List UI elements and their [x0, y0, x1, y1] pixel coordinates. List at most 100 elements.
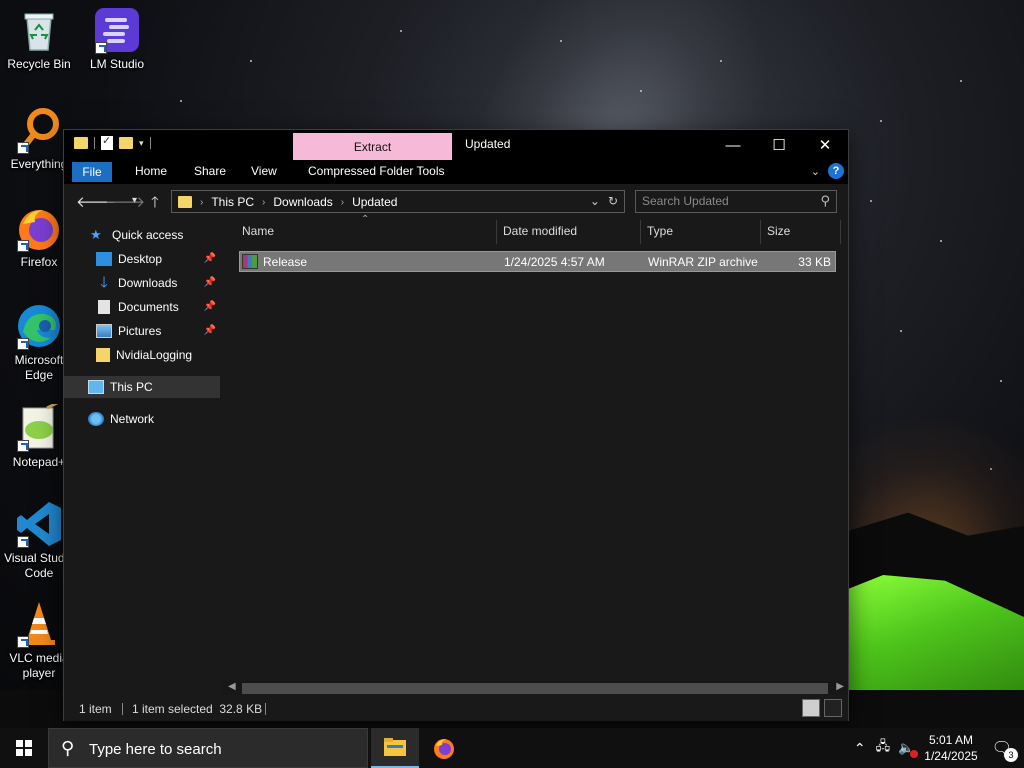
scroll-left-icon[interactable]: ◀	[228, 681, 236, 692]
search-icon[interactable]: ⚲	[820, 193, 830, 209]
details-view-button[interactable]	[802, 699, 820, 717]
expand-ribbon-chevron-icon[interactable]: ⌄	[811, 165, 820, 178]
help-icon[interactable]: ?	[828, 163, 844, 179]
nav-pictures[interactable]: Pictures 📌	[64, 320, 220, 342]
nav-quick-access[interactable]: ★ Quick access	[64, 224, 220, 246]
customize-toolbar-dropdown-icon[interactable]: ▾	[139, 138, 144, 149]
navigation-pane: ★ Quick access Desktop 📌 🡓 Downloads 📌 D…	[64, 218, 220, 693]
file-date: 1/24/2025 4:57 AM	[504, 255, 605, 269]
window-title: Updated	[465, 137, 511, 151]
network-icon	[88, 412, 104, 426]
breadcrumb-downloads[interactable]: Downloads	[273, 195, 332, 209]
nav-this-pc[interactable]: This PC	[64, 376, 220, 398]
star-icon: ★	[90, 227, 102, 242]
start-button[interactable]	[0, 728, 48, 768]
edge-icon	[15, 302, 63, 350]
new-folder-icon[interactable]	[119, 137, 133, 149]
lm-studio-icon	[93, 6, 141, 54]
file-explorer-window: ▾ Extract Updated — ☐ ✕ File Home Share …	[63, 129, 849, 721]
status-bar: 1 item 1 item selected 32.8 KB	[64, 697, 848, 721]
column-date-modified[interactable]: Date modified	[503, 224, 577, 238]
nav-downloads[interactable]: 🡓 Downloads 📌	[64, 272, 220, 294]
desktop-icon-lm-studio[interactable]: LM Studio	[78, 6, 156, 72]
system-tray: ⌃ 🖧 🔈 5:01 AM 1/24/2025 🗨 3	[854, 728, 1024, 768]
clock-date: 1/24/2025	[924, 749, 978, 763]
file-name: Release	[263, 255, 308, 269]
refresh-icon[interactable]: ↻	[608, 194, 618, 208]
clock-time: 5:01 AM	[928, 733, 973, 747]
windows-logo-icon	[16, 740, 32, 756]
notification-count: 3	[1004, 748, 1018, 762]
navigation-bar: 🡐 🡒 ▾ 🡑 › This PC › Downloads › Updated …	[64, 184, 848, 218]
taskbar-search[interactable]: ⚲ Type here to search	[48, 728, 368, 768]
maximize-button[interactable]: ☐	[756, 130, 802, 160]
notifications-icon[interactable]: 🗨 3	[992, 738, 1018, 762]
up-arrow-icon[interactable]: 🡑	[151, 192, 159, 217]
folder-icon	[74, 137, 88, 149]
recycle-bin-icon	[15, 6, 63, 54]
scroll-right-icon[interactable]: ▶	[836, 681, 844, 692]
properties-icon[interactable]	[101, 134, 113, 150]
folder-icon	[96, 348, 110, 362]
address-dropdown-icon[interactable]: ⌄	[590, 194, 600, 208]
pin-icon: 📌	[203, 277, 216, 288]
desktop-icon-recycle-bin[interactable]: Recycle Bin	[0, 6, 78, 72]
tab-view[interactable]: View	[251, 164, 277, 178]
scrollbar-thumb[interactable]	[242, 683, 828, 694]
file-explorer-icon	[384, 738, 406, 756]
tab-share[interactable]: Share	[194, 164, 226, 178]
search-box[interactable]: ⚲	[635, 190, 837, 213]
breadcrumb-this-pc[interactable]: This PC	[211, 195, 254, 209]
nav-nvidialogging[interactable]: NvidiaLogging	[64, 344, 220, 366]
column-type[interactable]: Type	[647, 224, 673, 238]
column-size[interactable]: Size	[767, 224, 790, 238]
breadcrumb-updated[interactable]: Updated	[352, 195, 397, 209]
vlc-cone-icon	[15, 600, 63, 648]
network-tray-icon[interactable]: 🖧	[876, 737, 891, 759]
nav-documents[interactable]: Documents 📌	[64, 296, 220, 318]
firefox-icon	[434, 739, 454, 759]
close-button[interactable]: ✕	[802, 130, 848, 160]
taskbar: ⚲ Type here to search ⌃ 🖧 🔈 5:01 AM 1/24…	[0, 728, 1024, 768]
taskbar-search-placeholder: Type here to search	[89, 741, 222, 758]
chevron-right-icon: ›	[340, 196, 345, 208]
file-row-release[interactable]: Release 1/24/2025 4:57 AM WinRAR ZIP arc…	[239, 251, 836, 272]
winrar-archive-icon	[242, 254, 258, 269]
taskbar-file-explorer[interactable]	[371, 728, 419, 768]
pin-icon: 📌	[203, 253, 216, 264]
chevron-right-icon: ›	[200, 196, 204, 208]
file-type: WinRAR ZIP archive	[648, 255, 758, 269]
document-icon	[98, 300, 110, 314]
title-bar[interactable]: ▾ Extract Updated — ☐ ✕	[64, 130, 848, 160]
chevron-right-icon: ›	[262, 196, 266, 208]
tab-home[interactable]: Home	[135, 164, 167, 178]
search-input[interactable]	[642, 194, 812, 208]
item-count: 1 item	[79, 702, 112, 716]
taskbar-firefox[interactable]	[420, 728, 468, 768]
sort-ascending-icon: ⌃	[361, 214, 370, 225]
computer-icon	[88, 380, 104, 394]
minimize-button[interactable]: —	[710, 130, 756, 160]
forward-arrow-icon[interactable]: 🡒	[105, 192, 145, 211]
volume-muted-icon[interactable]: 🔈	[898, 740, 919, 758]
folder-icon	[178, 196, 192, 208]
large-icons-view-button[interactable]	[824, 699, 842, 717]
column-name[interactable]: Name	[242, 224, 274, 238]
pin-icon: 📌	[203, 301, 216, 312]
quick-access-toolbar: ▾	[74, 134, 151, 150]
nav-desktop[interactable]: Desktop 📌	[64, 248, 220, 270]
nav-network[interactable]: Network	[64, 408, 220, 430]
tab-file[interactable]: File	[72, 162, 112, 182]
pin-icon: 📌	[203, 325, 216, 336]
horizontal-scrollbar[interactable]: ◀ ▶	[222, 681, 848, 695]
download-arrow-icon: 🡓	[100, 274, 108, 291]
notepad-plus-icon	[15, 400, 63, 452]
vscode-icon	[15, 500, 63, 548]
recent-locations-chevron-icon[interactable]: ▾	[132, 195, 137, 206]
address-bar[interactable]: › This PC › Downloads › Updated ⌄ ↻	[171, 190, 625, 213]
firefox-icon	[15, 204, 63, 252]
tab-compressed-folder-tools[interactable]: Compressed Folder Tools	[308, 164, 445, 178]
extract-context-tab[interactable]: Extract	[293, 133, 452, 160]
clock[interactable]: 5:01 AM 1/24/2025	[924, 732, 977, 764]
chevron-up-icon[interactable]: ⌃	[854, 740, 866, 757]
